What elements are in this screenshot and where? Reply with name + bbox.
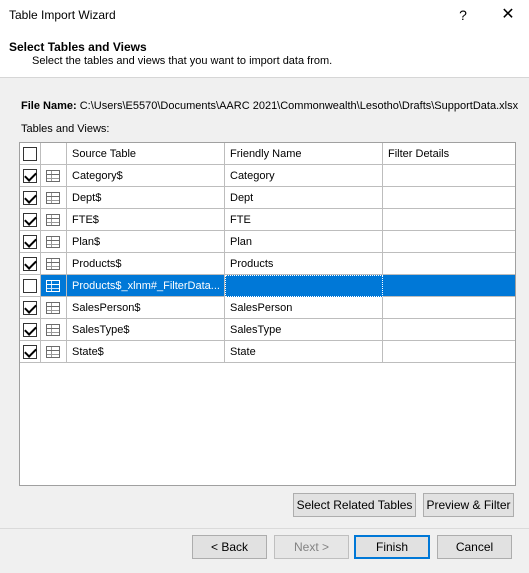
row-icon-cell (41, 165, 67, 187)
row-icon-cell (41, 209, 67, 231)
include-checkbox[interactable] (23, 279, 37, 293)
table-row[interactable]: Dept$ Dept (20, 187, 515, 209)
friendly-name-cell[interactable] (225, 275, 383, 297)
filter-details-cell[interactable] (383, 209, 515, 231)
table-icon (46, 214, 60, 226)
friendly-name-cell[interactable]: State (225, 341, 383, 363)
row-checkbox-cell (20, 187, 41, 209)
row-checkbox-cell (20, 165, 41, 187)
select-all-cell (20, 143, 41, 165)
filter-details-cell[interactable] (383, 253, 515, 275)
source-table-cell: SalesPerson$ (67, 297, 225, 319)
table-icon (46, 324, 60, 336)
row-checkbox-cell (20, 341, 41, 363)
finish-button[interactable]: Finish (354, 535, 430, 559)
file-name-row: File Name: C:\Users\E5570\Documents\AARC… (21, 100, 518, 112)
filter-details-cell[interactable] (383, 297, 515, 319)
table-row[interactable]: SalesType$ SalesType (20, 319, 515, 341)
table-icon (46, 280, 60, 292)
row-icon-cell (41, 253, 67, 275)
icon-header-cell (41, 143, 67, 165)
include-checkbox[interactable] (23, 191, 37, 205)
table-icon (46, 192, 60, 204)
include-checkbox[interactable] (23, 345, 37, 359)
file-path: C:\Users\E5570\Documents\AARC 2021\Commo… (79, 100, 519, 112)
wizard-header: Select Tables and Views Select the table… (0, 30, 529, 78)
back-button[interactable]: < Back (192, 535, 267, 559)
row-checkbox-cell (20, 231, 41, 253)
close-button[interactable]: ✕ (497, 4, 519, 26)
source-table-cell: SalesType$ (67, 319, 225, 341)
source-table-cell: Products$_xlnm#_FilterData... (67, 275, 225, 297)
table-row[interactable]: Plan$ Plan (20, 231, 515, 253)
filter-details-cell[interactable] (383, 341, 515, 363)
column-header-source-table[interactable]: Source Table (67, 143, 225, 165)
include-checkbox[interactable] (23, 323, 37, 337)
row-icon-cell (41, 341, 67, 363)
row-icon-cell (41, 231, 67, 253)
table-row[interactable]: State$ State (20, 341, 515, 363)
column-header-friendly-name[interactable]: Friendly Name (225, 143, 383, 165)
source-table-cell: FTE$ (67, 209, 225, 231)
preview-filter-button[interactable]: Preview & Filter (423, 493, 514, 517)
filter-details-cell[interactable] (383, 275, 515, 297)
row-checkbox-cell (20, 275, 41, 297)
help-button[interactable]: ? (452, 4, 474, 26)
cancel-button[interactable]: Cancel (437, 535, 512, 559)
source-table-cell: Category$ (67, 165, 225, 187)
friendly-name-cell[interactable]: SalesType (225, 319, 383, 341)
friendly-name-cell[interactable]: Category (225, 165, 383, 187)
table-icon (46, 236, 60, 248)
friendly-name-cell[interactable]: Plan (225, 231, 383, 253)
filter-details-cell[interactable] (383, 319, 515, 341)
include-checkbox[interactable] (23, 257, 37, 271)
filter-details-cell[interactable] (383, 187, 515, 209)
filter-details-cell[interactable] (383, 231, 515, 253)
friendly-name-cell[interactable]: Products (225, 253, 383, 275)
table-row[interactable]: Category$ Category (20, 165, 515, 187)
table-icon (46, 170, 60, 182)
source-table-cell: State$ (67, 341, 225, 363)
table-row[interactable]: FTE$ FTE (20, 209, 515, 231)
source-table-cell: Dept$ (67, 187, 225, 209)
table-icon (46, 346, 60, 358)
source-table-cell: Products$ (67, 253, 225, 275)
window-title: Table Import Wizard (9, 8, 116, 22)
row-icon-cell (41, 275, 67, 297)
filter-details-cell[interactable] (383, 165, 515, 187)
source-table-cell: Plan$ (67, 231, 225, 253)
table-row[interactable]: Products$_xlnm#_FilterData... (20, 275, 515, 297)
title-bar: Table Import Wizard ? ✕ (0, 0, 529, 30)
row-checkbox-cell (20, 209, 41, 231)
page-title: Select Tables and Views (9, 40, 147, 54)
table-icon (46, 258, 60, 270)
friendly-name-cell[interactable]: Dept (225, 187, 383, 209)
grid-header-row: Source Table Friendly Name Filter Detail… (20, 143, 515, 165)
row-icon-cell (41, 297, 67, 319)
include-checkbox[interactable] (23, 169, 37, 183)
row-checkbox-cell (20, 253, 41, 275)
footer-divider (0, 528, 529, 529)
select-all-checkbox[interactable] (23, 147, 37, 161)
select-related-tables-button[interactable]: Select Related Tables (293, 493, 416, 517)
table-row[interactable]: SalesPerson$ SalesPerson (20, 297, 515, 319)
friendly-name-cell[interactable]: SalesPerson (225, 297, 383, 319)
column-header-filter-details[interactable]: Filter Details (383, 143, 515, 165)
row-icon-cell (41, 187, 67, 209)
table-icon (46, 302, 60, 314)
table-row[interactable]: Products$ Products (20, 253, 515, 275)
include-checkbox[interactable] (23, 213, 37, 227)
next-button[interactable]: Next > (274, 535, 349, 559)
include-checkbox[interactable] (23, 235, 37, 249)
tables-grid: Source Table Friendly Name Filter Detail… (19, 142, 516, 486)
row-icon-cell (41, 319, 67, 341)
page-subtitle: Select the tables and views that you wan… (32, 55, 333, 67)
file-name-label: File Name: (21, 100, 77, 112)
include-checkbox[interactable] (23, 301, 37, 315)
row-checkbox-cell (20, 319, 41, 341)
table-import-wizard-window: Table Import Wizard ? ✕ Select Tables an… (0, 0, 529, 573)
friendly-name-cell[interactable]: FTE (225, 209, 383, 231)
tables-views-label: Tables and Views: (21, 123, 110, 135)
row-checkbox-cell (20, 297, 41, 319)
